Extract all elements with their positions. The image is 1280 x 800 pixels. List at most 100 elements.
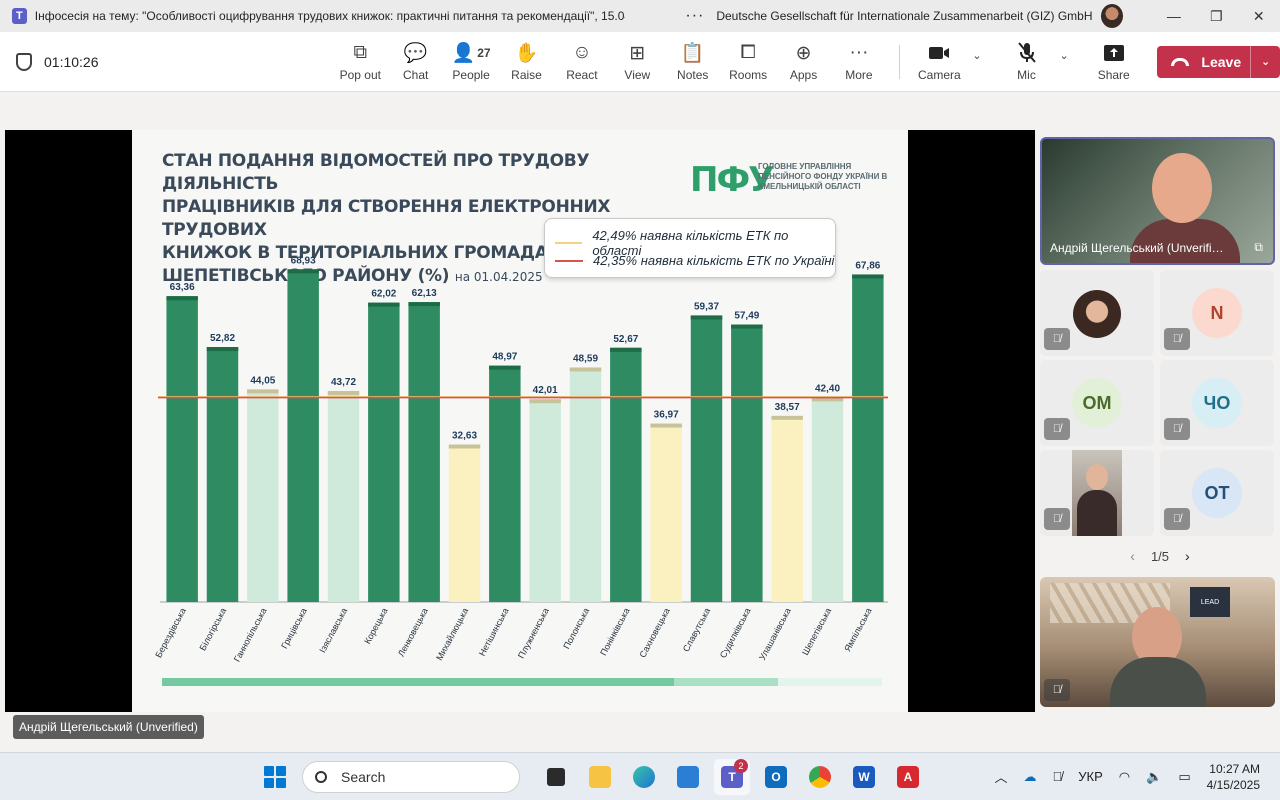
notes-label: Notes [677,68,709,82]
rooms-icon: ⧠ [740,42,756,63]
rooms-button[interactable]: ⧠ Rooms [720,34,775,90]
chart-bar [771,415,803,602]
participant-tile[interactable]: OT 🎙̸ [1160,450,1274,536]
restore-button[interactable]: ❐ [1195,0,1237,32]
wifi-icon[interactable]: ◠ [1119,769,1130,785]
chart-bar-cap [610,347,642,352]
chart-bar-cap [529,399,561,404]
camera-icon [928,41,950,65]
chart-value-label: 42,01 [533,385,558,396]
taskbar-app-acrobat[interactable]: A [890,759,926,795]
chart-category-label: Нетішинська [477,606,511,657]
organization-name: Deutsche Gesellschaft für Internationale… [716,9,1093,23]
mic-muted-tray-icon[interactable]: 🎙̸ [1053,769,1063,784]
mic-button[interactable]: Mic [999,34,1054,90]
chart-bar-cap [166,296,198,301]
page-indicator: 1/5 [1150,548,1170,564]
taskbar-app-explorer[interactable] [582,759,618,795]
camera-options-chevron-icon[interactable]: ⌄ [967,49,987,62]
taskbar-search-label: Search [341,768,386,785]
raise-hand-button[interactable]: ✋ Raise [499,34,554,90]
onedrive-icon[interactable]: ☁ [1024,769,1037,785]
chat-button[interactable]: 💬 Chat [388,34,443,90]
chart-category-label: Судилківська [718,606,753,659]
chat-icon: 💬 [403,43,428,64]
view-icon: ⊞ [629,42,646,64]
next-page-icon[interactable]: › [1185,548,1190,564]
minimize-button[interactable]: — [1153,0,1195,32]
taskbar-clock[interactable]: 10:27 AM 4/15/2025 [1207,761,1260,793]
participant-pager: ‹ 1/5 › [1120,548,1200,564]
taskbar-app-chrome[interactable] [802,759,838,795]
chevron-up-icon[interactable]: ︿ [995,767,1008,786]
language-indicator[interactable]: УКР [1078,769,1103,784]
participant-avatar-photo [1073,290,1121,338]
raise-hand-label: Raise [511,68,542,82]
participant-tile[interactable]: ЧО 🎙̸ [1160,360,1274,446]
people-button[interactable]: 👤 27 People [443,34,498,90]
participant-video-thumb [1072,450,1122,536]
leave-button[interactable]: Leave ⌄ [1157,45,1280,78]
account-avatar[interactable] [1100,4,1123,28]
participant-tile[interactable]: N 🎙̸ [1160,270,1274,356]
notes-icon: 📋 [680,43,705,64]
taskbar-app-contacts[interactable] [670,759,706,795]
rooms-label: Rooms [729,68,768,82]
pop-out-icon: ⧉ [353,42,368,63]
previous-page-icon[interactable]: ‹ [1130,548,1135,564]
pop-out-button[interactable]: ⧉ Pop out [333,34,388,90]
view-button[interactable]: ⊞ View [610,34,665,90]
people-count: 27 [477,46,491,60]
chart-category-label: Ганнопільська [232,606,269,663]
more-options-icon[interactable]: ··· [685,7,704,25]
camera-label: Camera [917,68,961,82]
slide-progress-bar [162,678,882,686]
battery-icon[interactable]: ▭ [1178,769,1190,785]
chart-category-label: Ленковецька [396,606,430,658]
raise-hand-icon: ✋ [514,43,539,64]
meeting-toolbar: 01:10:26 ⧉ Pop out 💬 Chat 👤 27 People ✋ … [0,32,1280,92]
participant-tile[interactable]: OM 🎙̸ [1040,360,1154,446]
presenter-name-label: Андрій Щегельський (Unverified) [13,715,204,739]
taskbar-app-taskview[interactable] [538,759,574,795]
notes-button[interactable]: 📋 Notes [665,34,720,90]
chart-value-label: 57,49 [734,311,759,322]
taskbar-search[interactable]: Search [302,760,520,793]
taskbar-app-word[interactable]: W [846,759,882,795]
teams-logo-icon: T [12,8,27,24]
participant-tile[interactable]: 🎙̸ [1040,270,1154,356]
task-view-icon [547,767,565,786]
participant-initials: OT [1192,468,1242,518]
chart-bar [287,269,319,602]
volume-icon[interactable]: 🔈 [1146,769,1162,785]
people-icon: 👤 27 [452,41,491,65]
share-button[interactable]: Share [1086,34,1141,90]
apps-button[interactable]: ⊕ Apps [776,34,831,90]
mic-options-chevron-icon[interactable]: ⌄ [1054,49,1074,62]
chart-bar-cap [489,365,521,370]
camera-button[interactable]: Camera [912,34,967,90]
taskbar-app-outlook[interactable]: O [758,759,794,795]
participant-initials: N [1192,288,1242,338]
chart-category-label: Ізяславська [317,606,349,654]
participant-video-main[interactable]: Андрій Щегельський (Unverified) ⧉ [1040,137,1275,265]
apps-icon: ⊕ [795,42,812,64]
more-button[interactable]: ··· More [831,34,886,90]
chart-category-label: Берездівська [153,606,188,659]
clock-date: 4/15/2025 [1206,777,1260,792]
file-explorer-icon [589,765,611,788]
participant-tile[interactable]: 🎙̸ [1040,450,1154,536]
self-video[interactable]: LEAD 🎙̸ [1040,577,1275,707]
phone-hangup-icon [1171,57,1190,66]
taskbar-app-edge[interactable] [626,759,662,795]
close-window-button[interactable]: ✕ [1238,0,1280,32]
leave-options-chevron-icon[interactable]: ⌄ [1250,45,1280,78]
react-button[interactable]: ☺ React [554,34,609,90]
mic-label: Mic [1017,68,1036,82]
chart-category-label: Михайлюцька [434,606,470,662]
presentation-slide: Стан подання відомостей про трудову діял… [132,130,908,712]
chart-value-label: 38,57 [775,402,800,413]
chart-bar-cap [852,274,884,279]
windows-start-icon[interactable] [264,765,286,788]
taskbar-app-teams[interactable]: T 2 [714,758,750,795]
